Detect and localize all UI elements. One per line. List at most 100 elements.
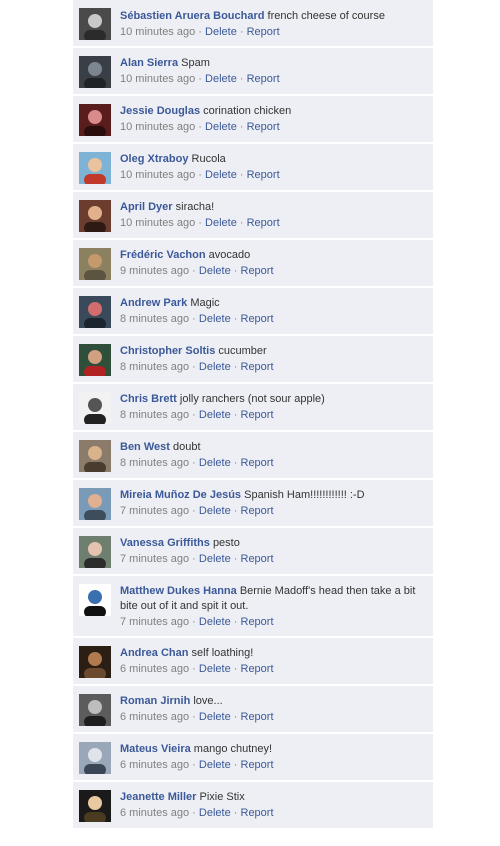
avatar[interactable]	[79, 296, 111, 328]
author-name-link[interactable]: Ben West	[120, 441, 170, 453]
comment-text: Magic	[190, 297, 220, 309]
delete-link[interactable]: Delete	[199, 553, 231, 565]
author-name-link[interactable]: Sébastien Aruera Bouchard	[120, 10, 264, 22]
delete-link[interactable]: Delete	[205, 169, 237, 181]
avatar[interactable]	[79, 694, 111, 726]
report-link[interactable]: Report	[241, 409, 274, 421]
comment-item: Vanessa Griffiths pesto 7 minutes ago · …	[73, 528, 433, 576]
author-name-link[interactable]: Jessie Douglas	[120, 105, 200, 117]
delete-link[interactable]: Delete	[199, 505, 231, 517]
avatar[interactable]	[79, 200, 111, 232]
avatar[interactable]	[79, 536, 111, 568]
author-name-link[interactable]: Andrea Chan	[120, 647, 188, 659]
avatar[interactable]	[79, 742, 111, 774]
report-link[interactable]: Report	[241, 663, 274, 675]
delete-link[interactable]: Delete	[199, 313, 231, 325]
comment-body: Jeanette Miller Pixie Stix	[120, 790, 425, 805]
comment-item: Mireia Muñoz De Jesús Spanish Ham!!!!!!!…	[73, 480, 433, 528]
comment-body: Sébastien Aruera Bouchard french cheese …	[120, 9, 425, 24]
author-name-link[interactable]: Oleg Xtraboy	[120, 153, 188, 165]
delete-link[interactable]: Delete	[205, 217, 237, 229]
delete-link[interactable]: Delete	[199, 361, 231, 373]
author-name-link[interactable]: Roman Jirnih	[120, 695, 190, 707]
avatar[interactable]	[79, 56, 111, 88]
comment-list: Sébastien Aruera Bouchard french cheese …	[73, 0, 433, 830]
delete-link[interactable]: Delete	[205, 26, 237, 38]
avatar[interactable]	[79, 344, 111, 376]
avatar-image	[79, 296, 111, 328]
avatar-image	[79, 694, 111, 726]
comment-meta: 10 minutes ago · Delete · Report	[120, 168, 425, 183]
avatar[interactable]	[79, 248, 111, 280]
report-link[interactable]: Report	[241, 457, 274, 469]
delete-link[interactable]: Delete	[199, 457, 231, 469]
avatar[interactable]	[79, 104, 111, 136]
timestamp: 8 minutes ago	[120, 313, 190, 325]
separator: ·	[192, 807, 196, 819]
report-link[interactable]: Report	[241, 361, 274, 373]
avatar[interactable]	[79, 790, 111, 822]
author-name-link[interactable]: April Dyer	[120, 201, 173, 213]
author-name-link[interactable]: Jeanette Miller	[120, 791, 196, 803]
report-link[interactable]: Report	[247, 121, 280, 133]
comment-meta: 9 minutes ago · Delete · Report	[120, 264, 425, 279]
delete-link[interactable]: Delete	[199, 807, 231, 819]
report-link[interactable]: Report	[241, 265, 274, 277]
delete-link[interactable]: Delete	[205, 121, 237, 133]
timestamp: 10 minutes ago	[120, 169, 196, 181]
author-name-link[interactable]: Frédéric Vachon	[120, 249, 206, 261]
report-link[interactable]: Report	[241, 807, 274, 819]
delete-link[interactable]: Delete	[199, 616, 231, 628]
delete-link[interactable]: Delete	[199, 265, 231, 277]
author-name-link[interactable]: Vanessa Griffiths	[120, 537, 210, 549]
comment-body: Oleg Xtraboy Rucola	[120, 152, 425, 167]
comment-meta: 8 minutes ago · Delete · Report	[120, 408, 425, 423]
comment-item: Roman Jirnih love... 6 minutes ago · Del…	[73, 686, 433, 734]
timestamp: 6 minutes ago	[120, 807, 190, 819]
avatar[interactable]	[79, 440, 111, 472]
timestamp: 6 minutes ago	[120, 663, 190, 675]
comment-body: Matthew Dukes Hanna Bernie Madoff's head…	[120, 584, 425, 614]
comment-item: Sébastien Aruera Bouchard french cheese …	[73, 0, 433, 48]
comment-body: Ben West doubt	[120, 440, 425, 455]
report-link[interactable]: Report	[247, 73, 280, 85]
separator: ·	[192, 663, 196, 675]
avatar-image	[79, 8, 111, 40]
avatar[interactable]	[79, 8, 111, 40]
comment-body: April Dyer siracha!	[120, 200, 425, 215]
report-link[interactable]: Report	[247, 169, 280, 181]
report-link[interactable]: Report	[241, 616, 274, 628]
comment-meta: 10 minutes ago · Delete · Report	[120, 216, 425, 231]
author-name-link[interactable]: Andrew Park	[120, 297, 187, 309]
avatar-image	[79, 392, 111, 424]
avatar[interactable]	[79, 488, 111, 520]
author-name-link[interactable]: Mateus Vieira	[120, 743, 191, 755]
author-name-link[interactable]: Mireia Muñoz De Jesús	[120, 489, 241, 501]
delete-link[interactable]: Delete	[199, 663, 231, 675]
avatar[interactable]	[79, 584, 111, 616]
author-name-link[interactable]: Alan Sierra	[120, 57, 178, 69]
report-link[interactable]: Report	[241, 505, 274, 517]
delete-link[interactable]: Delete	[199, 759, 231, 771]
report-link[interactable]: Report	[241, 759, 274, 771]
avatar-image	[79, 790, 111, 822]
author-name-link[interactable]: Christopher Soltis	[120, 345, 215, 357]
report-link[interactable]: Report	[241, 553, 274, 565]
author-name-link[interactable]: Matthew Dukes Hanna	[120, 585, 237, 597]
report-link[interactable]: Report	[247, 26, 280, 38]
separator: ·	[192, 616, 196, 628]
avatar[interactable]	[79, 646, 111, 678]
avatar[interactable]	[79, 152, 111, 184]
avatar[interactable]	[79, 392, 111, 424]
report-link[interactable]: Report	[241, 313, 274, 325]
report-link[interactable]: Report	[247, 217, 280, 229]
delete-link[interactable]: Delete	[199, 409, 231, 421]
comment-meta: 7 minutes ago · Delete · Report	[120, 552, 425, 567]
delete-link[interactable]: Delete	[205, 73, 237, 85]
avatar-image	[79, 104, 111, 136]
separator: ·	[239, 73, 244, 85]
author-name-link[interactable]: Chris Brett	[120, 393, 177, 405]
report-link[interactable]: Report	[241, 711, 274, 723]
comment-text: mango chutney!	[193, 743, 273, 755]
delete-link[interactable]: Delete	[199, 711, 231, 723]
